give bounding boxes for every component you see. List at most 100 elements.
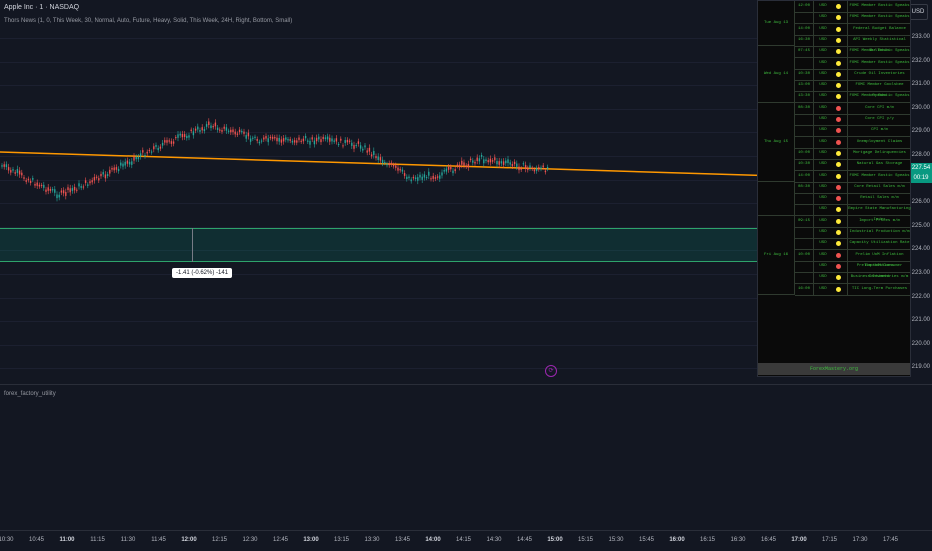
time-axis-label: 11:15 <box>90 537 105 543</box>
news-row[interactable]: USD Empire State Manufacturing Index <box>795 204 911 222</box>
news-row[interactable]: 16:00 USD TIC Long-Term Purchases <box>795 283 910 296</box>
candle-body <box>395 165 397 168</box>
time-axis-label: 17:15 <box>821 537 838 543</box>
news-title: Core CPI m/m <box>847 102 911 114</box>
news-currency: USD <box>813 181 832 193</box>
candle-body <box>131 161 133 165</box>
news-footer[interactable]: ForexMastery.org <box>758 363 910 375</box>
candle-body <box>190 129 192 132</box>
candle-body <box>516 163 518 167</box>
pane-label[interactable]: forex_factory_utility <box>4 391 56 397</box>
news-title: Empire State Manufacturing Index <box>847 204 911 222</box>
candle-body <box>443 170 445 172</box>
news-row[interactable]: 10:00 USD Prelim UoM Inflation Expectation… <box>795 249 910 268</box>
news-row[interactable]: 10:30 USD Crude Oil Inventories <box>795 68 910 81</box>
news-row[interactable]: 14:00 USD FOMC Member Bostic Speaks <box>795 170 910 183</box>
news-row[interactable]: 10:00 USD Mortgage Delinquencies <box>795 147 910 160</box>
news-row[interactable]: USD Industrial Production m/m <box>795 227 910 239</box>
candle-body <box>362 148 364 151</box>
impact-dot-icon <box>836 4 841 9</box>
news-row[interactable]: 12:00 USD FOMC Member Bostic Speaks <box>795 1 910 13</box>
candle-body <box>5 164 8 168</box>
news-currency: USD <box>813 91 832 103</box>
news-row[interactable]: 10:30 USD Natural Gas Storage <box>795 159 910 172</box>
candle-body <box>21 172 23 176</box>
news-currency: USD <box>813 114 832 125</box>
news-row[interactable]: 14:00 USD Federal Budget Balance <box>795 23 911 36</box>
news-row[interactable]: USD Prelim UoM Consumer Sentiment <box>795 260 910 279</box>
news-row[interactable]: 08:30 USD Core Retail Sales m/m <box>795 181 910 194</box>
news-row[interactable]: USD FOMC Member Bostic Speaks <box>795 12 911 25</box>
news-row[interactable]: USD Retail Sales m/m <box>795 193 910 206</box>
candle-body <box>293 140 296 143</box>
news-row[interactable]: 07:45 USD FOMC Member Bostic Speaks <box>795 46 910 59</box>
candle-body <box>139 153 142 157</box>
candle-body <box>474 161 476 164</box>
impact-dot-icon <box>836 94 841 100</box>
candle-body <box>155 144 157 147</box>
time-axis-label: 15:00 <box>547 537 563 543</box>
news-row[interactable]: USD Capacity Utilization Rate <box>795 238 910 251</box>
news-title: FOMC Member Goolsbee Speaks <box>847 80 911 98</box>
news-row[interactable]: 13:00 USD FOMC Member Goolsbee Speaks <box>795 80 911 98</box>
time-axis[interactable]: 10:30 10:45 11:00 11:15 11:30 11:45 12:00 12:15… <box>0 530 932 551</box>
candle-body <box>544 170 547 173</box>
news-title: CPI m/m <box>847 125 911 137</box>
candle-body <box>384 161 386 164</box>
time-axis-label: 11:45 <box>151 537 166 543</box>
candle-body <box>527 168 529 171</box>
candle-body <box>375 156 377 159</box>
candle-body <box>282 138 285 142</box>
news-row[interactable]: USD Unemployment Claims <box>795 136 910 149</box>
candle-body <box>27 178 30 181</box>
candle-body <box>142 150 144 153</box>
time-axis-label: 17:00 <box>791 537 807 543</box>
impact-dot-icon <box>836 117 841 122</box>
news-row[interactable]: USD Core CPI y/y <box>795 114 910 126</box>
candle-body <box>260 140 263 142</box>
news-row[interactable]: 09:15 USD Import Prices m/m <box>795 215 910 228</box>
candle-body <box>390 162 393 165</box>
news-title: FOMC Member Bostic Speaks <box>847 57 911 69</box>
candle-body <box>234 131 236 135</box>
news-time: 09:15 <box>797 218 810 223</box>
news-row[interactable]: USD Business Inventories m/m <box>795 272 910 285</box>
news-time <box>795 193 813 204</box>
candle-body <box>381 159 384 164</box>
news-row[interactable]: 08:30 USD Core CPI m/m <box>795 102 911 115</box>
candle-body <box>529 165 531 169</box>
candle-body <box>168 140 170 142</box>
news-row[interactable]: 16:30 USD API Weekly Statistical Bulletin <box>795 34 911 53</box>
candle-body <box>111 167 113 170</box>
news-time: 08:30 <box>797 105 810 110</box>
candle-body <box>205 124 208 127</box>
news-row[interactable]: USD FOMC Member Bostic Speaks <box>795 57 911 70</box>
candle-body <box>208 121 210 125</box>
candle-body <box>278 137 280 142</box>
news-title: Federal Budget Balance <box>847 23 911 35</box>
news-title: API Weekly Statistical Bulletin <box>847 34 911 53</box>
candle-body <box>410 179 412 182</box>
candle-body <box>498 161 500 165</box>
indicator-pane[interactable]: forex_factory_utility <box>0 384 932 531</box>
news-row[interactable]: USD CPI m/m <box>795 125 911 138</box>
news-title: FOMC Member Bostic Speaks <box>847 12 911 24</box>
price-axis[interactable]: 233.00 232.00 231.00 230.00 229.00 228.00 227.… <box>908 0 932 382</box>
price-axis-label: 230.00 <box>911 104 930 111</box>
candle-body <box>150 151 153 153</box>
candle-body <box>221 130 223 132</box>
news-time: 10:00 <box>797 252 810 257</box>
candle-body <box>60 190 63 193</box>
clock-icon[interactable]: ⟳ <box>545 365 557 377</box>
candle-body <box>199 129 201 132</box>
candle-body <box>368 147 371 152</box>
candle-body <box>43 184 45 188</box>
impact-dot-icon <box>836 83 841 89</box>
candle-body <box>241 130 243 133</box>
candle-body <box>267 138 269 143</box>
candle-body <box>285 137 287 140</box>
news-title: FOMC Member Bostic Speaks <box>847 91 911 103</box>
candle-body <box>71 188 74 191</box>
news-row[interactable]: 13:30 USD FOMC Member Bostic Speaks <box>795 91 911 104</box>
candle-body <box>359 145 362 149</box>
